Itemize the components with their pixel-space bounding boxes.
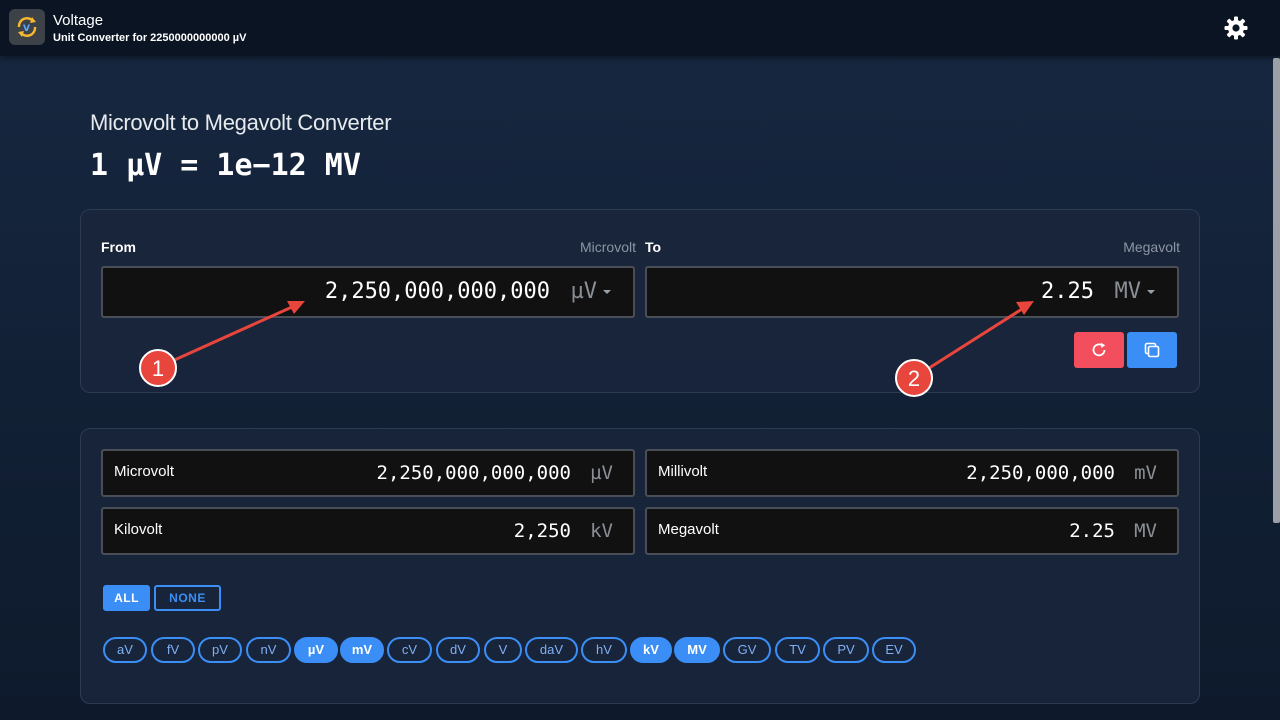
annotation-marker-1: 1: [139, 349, 177, 387]
marker-1-label: 1: [152, 356, 164, 381]
annotation-arrow-2: [925, 301, 1034, 372]
marker-2-label: 2: [908, 366, 920, 391]
annotation-overlay: 1 2: [139, 301, 1034, 397]
annotation-arrow-1: [169, 301, 305, 364]
annotation-marker-2: 2: [895, 359, 933, 397]
